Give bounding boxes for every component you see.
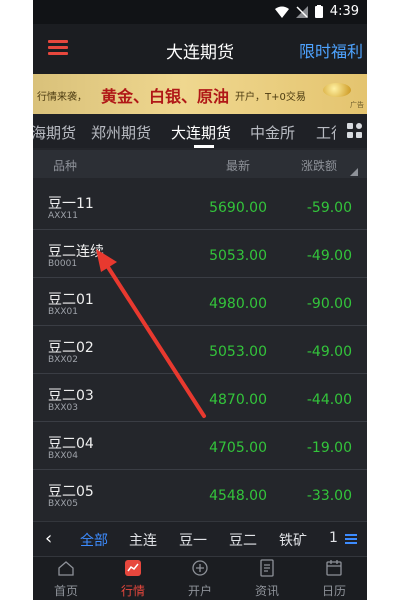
phone-screen: 4:39 大连期货 限时福利 行情来袭， 黄金、白银、原油 开户，T+0交易 广… <box>33 0 367 600</box>
annotation-arrow <box>96 249 206 418</box>
